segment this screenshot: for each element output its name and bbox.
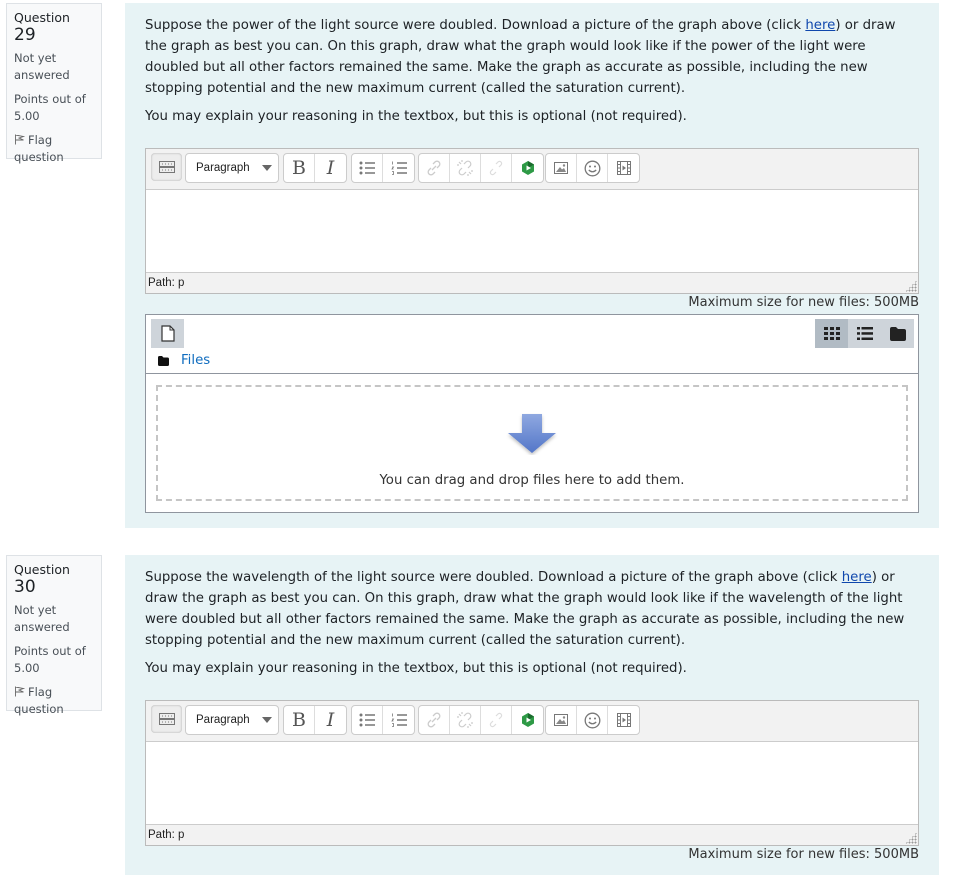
file-manager: Files You can drag and drop files here t… bbox=[145, 314, 919, 513]
grid-icon bbox=[823, 327, 840, 340]
format-select[interactable]: Paragraph bbox=[186, 154, 278, 182]
max-file-size: Maximum size for new files: 500MB bbox=[688, 847, 919, 862]
anchor-link-icon bbox=[489, 160, 503, 176]
ordered-list-button[interactable] bbox=[383, 154, 414, 182]
media-logo-icon bbox=[521, 713, 534, 727]
flag-icon bbox=[15, 686, 26, 697]
question-content-29: Suppose the power of the light source we… bbox=[125, 3, 939, 528]
anchor-button[interactable] bbox=[481, 706, 512, 734]
folder-icon bbox=[158, 355, 169, 366]
question-state: Not yet answered bbox=[14, 51, 70, 82]
unlink-button[interactable] bbox=[450, 154, 481, 182]
resize-handle[interactable] bbox=[905, 832, 917, 844]
question-number: Question 29 bbox=[14, 10, 70, 45]
folder-icon bbox=[889, 326, 906, 341]
insert-emoticon-button[interactable] bbox=[577, 154, 608, 182]
media-plugin-button[interactable] bbox=[512, 706, 543, 734]
ordered-list-button[interactable] bbox=[383, 706, 414, 734]
image-icon bbox=[554, 162, 568, 174]
max-file-size: Maximum size for new files: 500MB bbox=[688, 295, 919, 310]
toolbar-toggle-button[interactable] bbox=[151, 153, 182, 181]
insert-image-button[interactable] bbox=[546, 154, 577, 182]
list-icon bbox=[856, 327, 873, 340]
answer-text-area[interactable] bbox=[146, 742, 918, 824]
film-icon bbox=[616, 713, 631, 727]
question-grade: Points out of 5.00 bbox=[14, 644, 86, 675]
toolbar-toggle-button[interactable] bbox=[151, 705, 182, 733]
anchor-button[interactable] bbox=[481, 154, 512, 182]
unlink-icon bbox=[457, 712, 473, 728]
question-info-30: Question 30 Not yet answered Points out … bbox=[6, 555, 102, 716]
unlink-button[interactable] bbox=[450, 706, 481, 734]
numbered-list-icon bbox=[390, 161, 407, 175]
question-text: Suppose the wavelength of the light sour… bbox=[145, 567, 920, 686]
optional-note: You may explain your reasoning in the te… bbox=[145, 109, 687, 124]
answer-editor: Paragraph B I Path: p bbox=[145, 148, 919, 294]
editor-toolbar: Paragraph B I bbox=[146, 701, 918, 742]
format-select[interactable]: Paragraph bbox=[186, 706, 278, 734]
media-logo-icon bbox=[521, 161, 534, 175]
folder-path[interactable]: Files bbox=[158, 353, 210, 368]
link-button[interactable] bbox=[419, 154, 450, 182]
insert-image-button[interactable] bbox=[546, 706, 577, 734]
graph-download-link[interactable]: here bbox=[842, 570, 872, 585]
anchor-link-icon bbox=[489, 712, 503, 728]
question-content-30: Suppose the wavelength of the light sour… bbox=[125, 555, 939, 875]
resize-handle[interactable] bbox=[905, 280, 917, 292]
chevron-down-icon bbox=[262, 165, 272, 171]
view-mode-switcher bbox=[815, 319, 914, 348]
question-state: Not yet answered bbox=[14, 603, 70, 634]
question-info-29: Question 29 Not yet answered Points out … bbox=[6, 3, 102, 164]
answer-text-area[interactable] bbox=[146, 190, 918, 272]
editor-path-bar: Path: p bbox=[146, 824, 918, 845]
emoticon-icon bbox=[584, 712, 600, 728]
link-icon bbox=[427, 712, 441, 728]
icon-view-button[interactable] bbox=[815, 319, 848, 348]
question-grade: Points out of 5.00 bbox=[14, 92, 86, 123]
bullet-list-icon bbox=[359, 713, 375, 727]
link-icon bbox=[427, 160, 441, 176]
flag-question-button[interactable]: Flag question bbox=[14, 684, 94, 718]
image-icon bbox=[554, 714, 568, 726]
bold-button[interactable]: B bbox=[284, 706, 315, 734]
tree-view-button[interactable] bbox=[881, 319, 914, 348]
download-arrow-icon bbox=[508, 414, 556, 453]
unlink-icon bbox=[457, 160, 473, 176]
emoticon-icon bbox=[584, 160, 600, 176]
unordered-list-button[interactable] bbox=[352, 706, 383, 734]
answer-editor: Paragraph B I Path: p bbox=[145, 700, 919, 846]
editor-path-bar: Path: p bbox=[146, 272, 918, 293]
chevron-down-icon bbox=[262, 717, 272, 723]
flag-question-button[interactable]: Flag question bbox=[14, 132, 94, 166]
bullet-list-icon bbox=[359, 161, 375, 175]
insert-media-button[interactable] bbox=[608, 154, 639, 182]
numbered-list-icon bbox=[390, 713, 407, 727]
film-icon bbox=[616, 161, 631, 175]
editor-toolbar: Paragraph B I bbox=[146, 149, 918, 190]
link-button[interactable] bbox=[419, 706, 450, 734]
add-file-button[interactable] bbox=[151, 319, 184, 348]
unordered-list-button[interactable] bbox=[352, 154, 383, 182]
insert-emoticon-button[interactable] bbox=[577, 706, 608, 734]
file-icon bbox=[160, 325, 175, 342]
file-drop-zone[interactable]: You can drag and drop files here to add … bbox=[156, 385, 908, 501]
question-text: Suppose the power of the light source we… bbox=[145, 15, 920, 134]
media-plugin-button[interactable] bbox=[512, 154, 543, 182]
drop-zone-text: You can drag and drop files here to add … bbox=[379, 473, 685, 488]
question-number: Question 30 bbox=[14, 562, 70, 597]
keyboard-icon bbox=[158, 713, 175, 725]
flag-icon bbox=[15, 134, 26, 145]
keyboard-icon bbox=[158, 161, 175, 173]
italic-button[interactable]: I bbox=[315, 706, 346, 734]
insert-media-button[interactable] bbox=[608, 706, 639, 734]
italic-button[interactable]: I bbox=[315, 154, 346, 182]
graph-download-link[interactable]: here bbox=[805, 18, 835, 33]
list-view-button[interactable] bbox=[848, 319, 881, 348]
bold-button[interactable]: B bbox=[284, 154, 315, 182]
optional-note: You may explain your reasoning in the te… bbox=[145, 661, 687, 676]
